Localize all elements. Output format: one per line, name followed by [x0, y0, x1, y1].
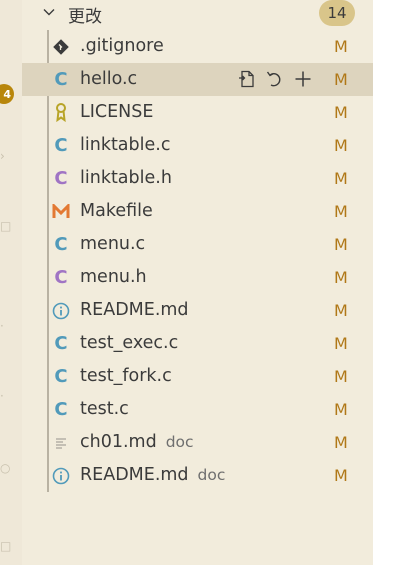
- file-name: LICENSE: [80, 102, 153, 122]
- row-action-bar: [236, 67, 314, 91]
- git-status-badge: M: [334, 433, 348, 452]
- file-name-text: linktable.h: [80, 168, 172, 188]
- file-row[interactable]: Cmenu.c M: [22, 228, 373, 261]
- activity-arrow-icon[interactable]: ›: [0, 150, 5, 162]
- git-status-badge: M: [334, 466, 348, 485]
- file-name-text: hello.c: [80, 69, 138, 89]
- file-name: linktable.h: [80, 168, 172, 188]
- file-name: .gitignore: [80, 36, 164, 56]
- file-name-text: linktable.c: [80, 135, 171, 155]
- file-name-text: README.md: [80, 300, 189, 320]
- file-row[interactable]: README.md M: [22, 294, 373, 327]
- h-file-icon: C: [54, 266, 68, 288]
- file-row[interactable]: Ctest.c M: [22, 393, 373, 426]
- file-name: test.c: [80, 399, 129, 419]
- activity-box-icon[interactable]: □: [0, 220, 11, 232]
- file-row[interactable]: Clinktable.h M: [22, 162, 373, 195]
- discard-changes-icon[interactable]: [264, 68, 286, 90]
- file-name: menu.h: [80, 267, 147, 287]
- open-file-icon[interactable]: [236, 68, 258, 90]
- git-status-badge: M: [334, 235, 348, 254]
- file-name: Makefile: [80, 201, 153, 221]
- stage-changes-icon[interactable]: [292, 68, 314, 90]
- activity-circle-icon[interactable]: ○: [0, 462, 10, 474]
- git-status-badge: M: [334, 400, 348, 419]
- file-name-text: README.md: [80, 465, 189, 485]
- changes-group-title: 更改: [68, 7, 102, 27]
- info-icon: [52, 301, 70, 320]
- file-row[interactable]: Ctest_exec.c M: [22, 327, 373, 360]
- git-status-badge: M: [334, 202, 348, 221]
- activity-badge: 4: [0, 84, 14, 104]
- license-icon: [52, 103, 70, 122]
- git-status-badge: M: [334, 103, 348, 122]
- activity-dot-icon[interactable]: ·: [0, 320, 4, 332]
- file-name: README.md doc: [80, 465, 225, 485]
- activity-bar: 4 › □ · · ○ □: [0, 0, 23, 565]
- file-name-text: Makefile: [80, 201, 153, 221]
- file-name-text: .gitignore: [80, 36, 164, 56]
- editor-area: [373, 0, 412, 565]
- file-name: ch01.md doc: [80, 432, 194, 452]
- file-row[interactable]: .gitignore M: [22, 30, 373, 63]
- file-name: test_exec.c: [80, 333, 178, 353]
- file-name-text: test.c: [80, 399, 129, 419]
- changes-group-header[interactable]: 更改 14: [22, 0, 373, 27]
- git-status-badge: M: [334, 367, 348, 386]
- file-name: test_fork.c: [80, 366, 172, 386]
- file-name-text: test_exec.c: [80, 333, 179, 353]
- changes-count-badge: 14: [319, 0, 355, 26]
- git-status-badge: M: [334, 268, 348, 287]
- file-folder-description: doc: [165, 433, 194, 451]
- file-name-text: menu.c: [80, 234, 146, 254]
- makefile-icon: [52, 202, 70, 221]
- file-folder-description: doc: [197, 466, 226, 484]
- file-name: menu.c: [80, 234, 145, 254]
- file-name: linktable.c: [80, 135, 170, 155]
- file-row[interactable]: ch01.md doc M: [22, 426, 373, 459]
- c-file-icon: C: [54, 68, 68, 90]
- git-status-badge: M: [334, 169, 348, 188]
- git-status-badge: M: [334, 334, 348, 353]
- file-name-text: test_fork.c: [80, 366, 172, 386]
- c-file-icon: C: [54, 233, 68, 255]
- c-file-icon: C: [54, 134, 68, 156]
- file-row[interactable]: README.md doc M: [22, 459, 373, 492]
- file-row[interactable]: Cmenu.h M: [22, 261, 373, 294]
- activity-dot2-icon[interactable]: ·: [0, 390, 4, 402]
- h-file-icon: C: [54, 167, 68, 189]
- git-icon: [52, 37, 70, 56]
- file-row[interactable]: Ctest_fork.c M: [22, 360, 373, 393]
- file-row[interactable]: Clinktable.c M: [22, 129, 373, 162]
- chevron-down-icon[interactable]: [42, 5, 56, 19]
- file-row[interactable]: Chello.c M: [22, 63, 373, 96]
- git-status-badge: M: [334, 301, 348, 320]
- file-row[interactable]: LICENSE M: [22, 96, 373, 129]
- c-file-icon: C: [54, 332, 68, 354]
- c-file-icon: C: [54, 365, 68, 387]
- text-file-icon: [52, 433, 70, 452]
- info-icon: [52, 466, 70, 485]
- c-file-icon: C: [54, 398, 68, 420]
- activity-square-icon[interactable]: □: [0, 540, 11, 552]
- file-name: README.md: [80, 300, 189, 320]
- git-status-badge: M: [334, 70, 348, 89]
- git-status-badge: M: [334, 37, 348, 56]
- file-name-text: ch01.md: [80, 432, 157, 452]
- file-name-text: menu.h: [80, 267, 147, 287]
- source-control-panel: 更改 14 .gitignore M Chello.c M LICENSE M Clinkt…: [22, 0, 373, 565]
- git-status-badge: M: [334, 136, 348, 155]
- file-name-text: LICENSE: [80, 102, 154, 122]
- file-row[interactable]: Makefile M: [22, 195, 373, 228]
- file-name: hello.c: [80, 69, 137, 89]
